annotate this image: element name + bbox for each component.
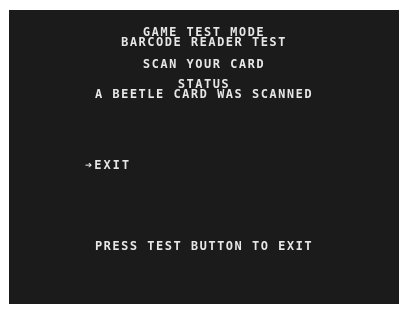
scan-instruction: SCAN YOUR CARD	[142, 57, 266, 71]
screen-subtitle: BARCODE READER TEST	[121, 35, 287, 49]
menu-item-exit-label: EXIT	[94, 158, 132, 172]
frame: GAME TEST MODE BARCODE READER TEST SCAN …	[0, 0, 406, 309]
cursor-arrow-icon: ➔	[85, 158, 95, 172]
menu-item-exit[interactable]: ➔EXIT	[85, 158, 131, 172]
status-message: A BEETLE CARD WAS SCANNED	[94, 87, 314, 101]
footer-instruction: PRESS TEST BUTTON TO EXIT	[94, 239, 314, 253]
test-mode-screen: GAME TEST MODE BARCODE READER TEST SCAN …	[9, 10, 399, 304]
